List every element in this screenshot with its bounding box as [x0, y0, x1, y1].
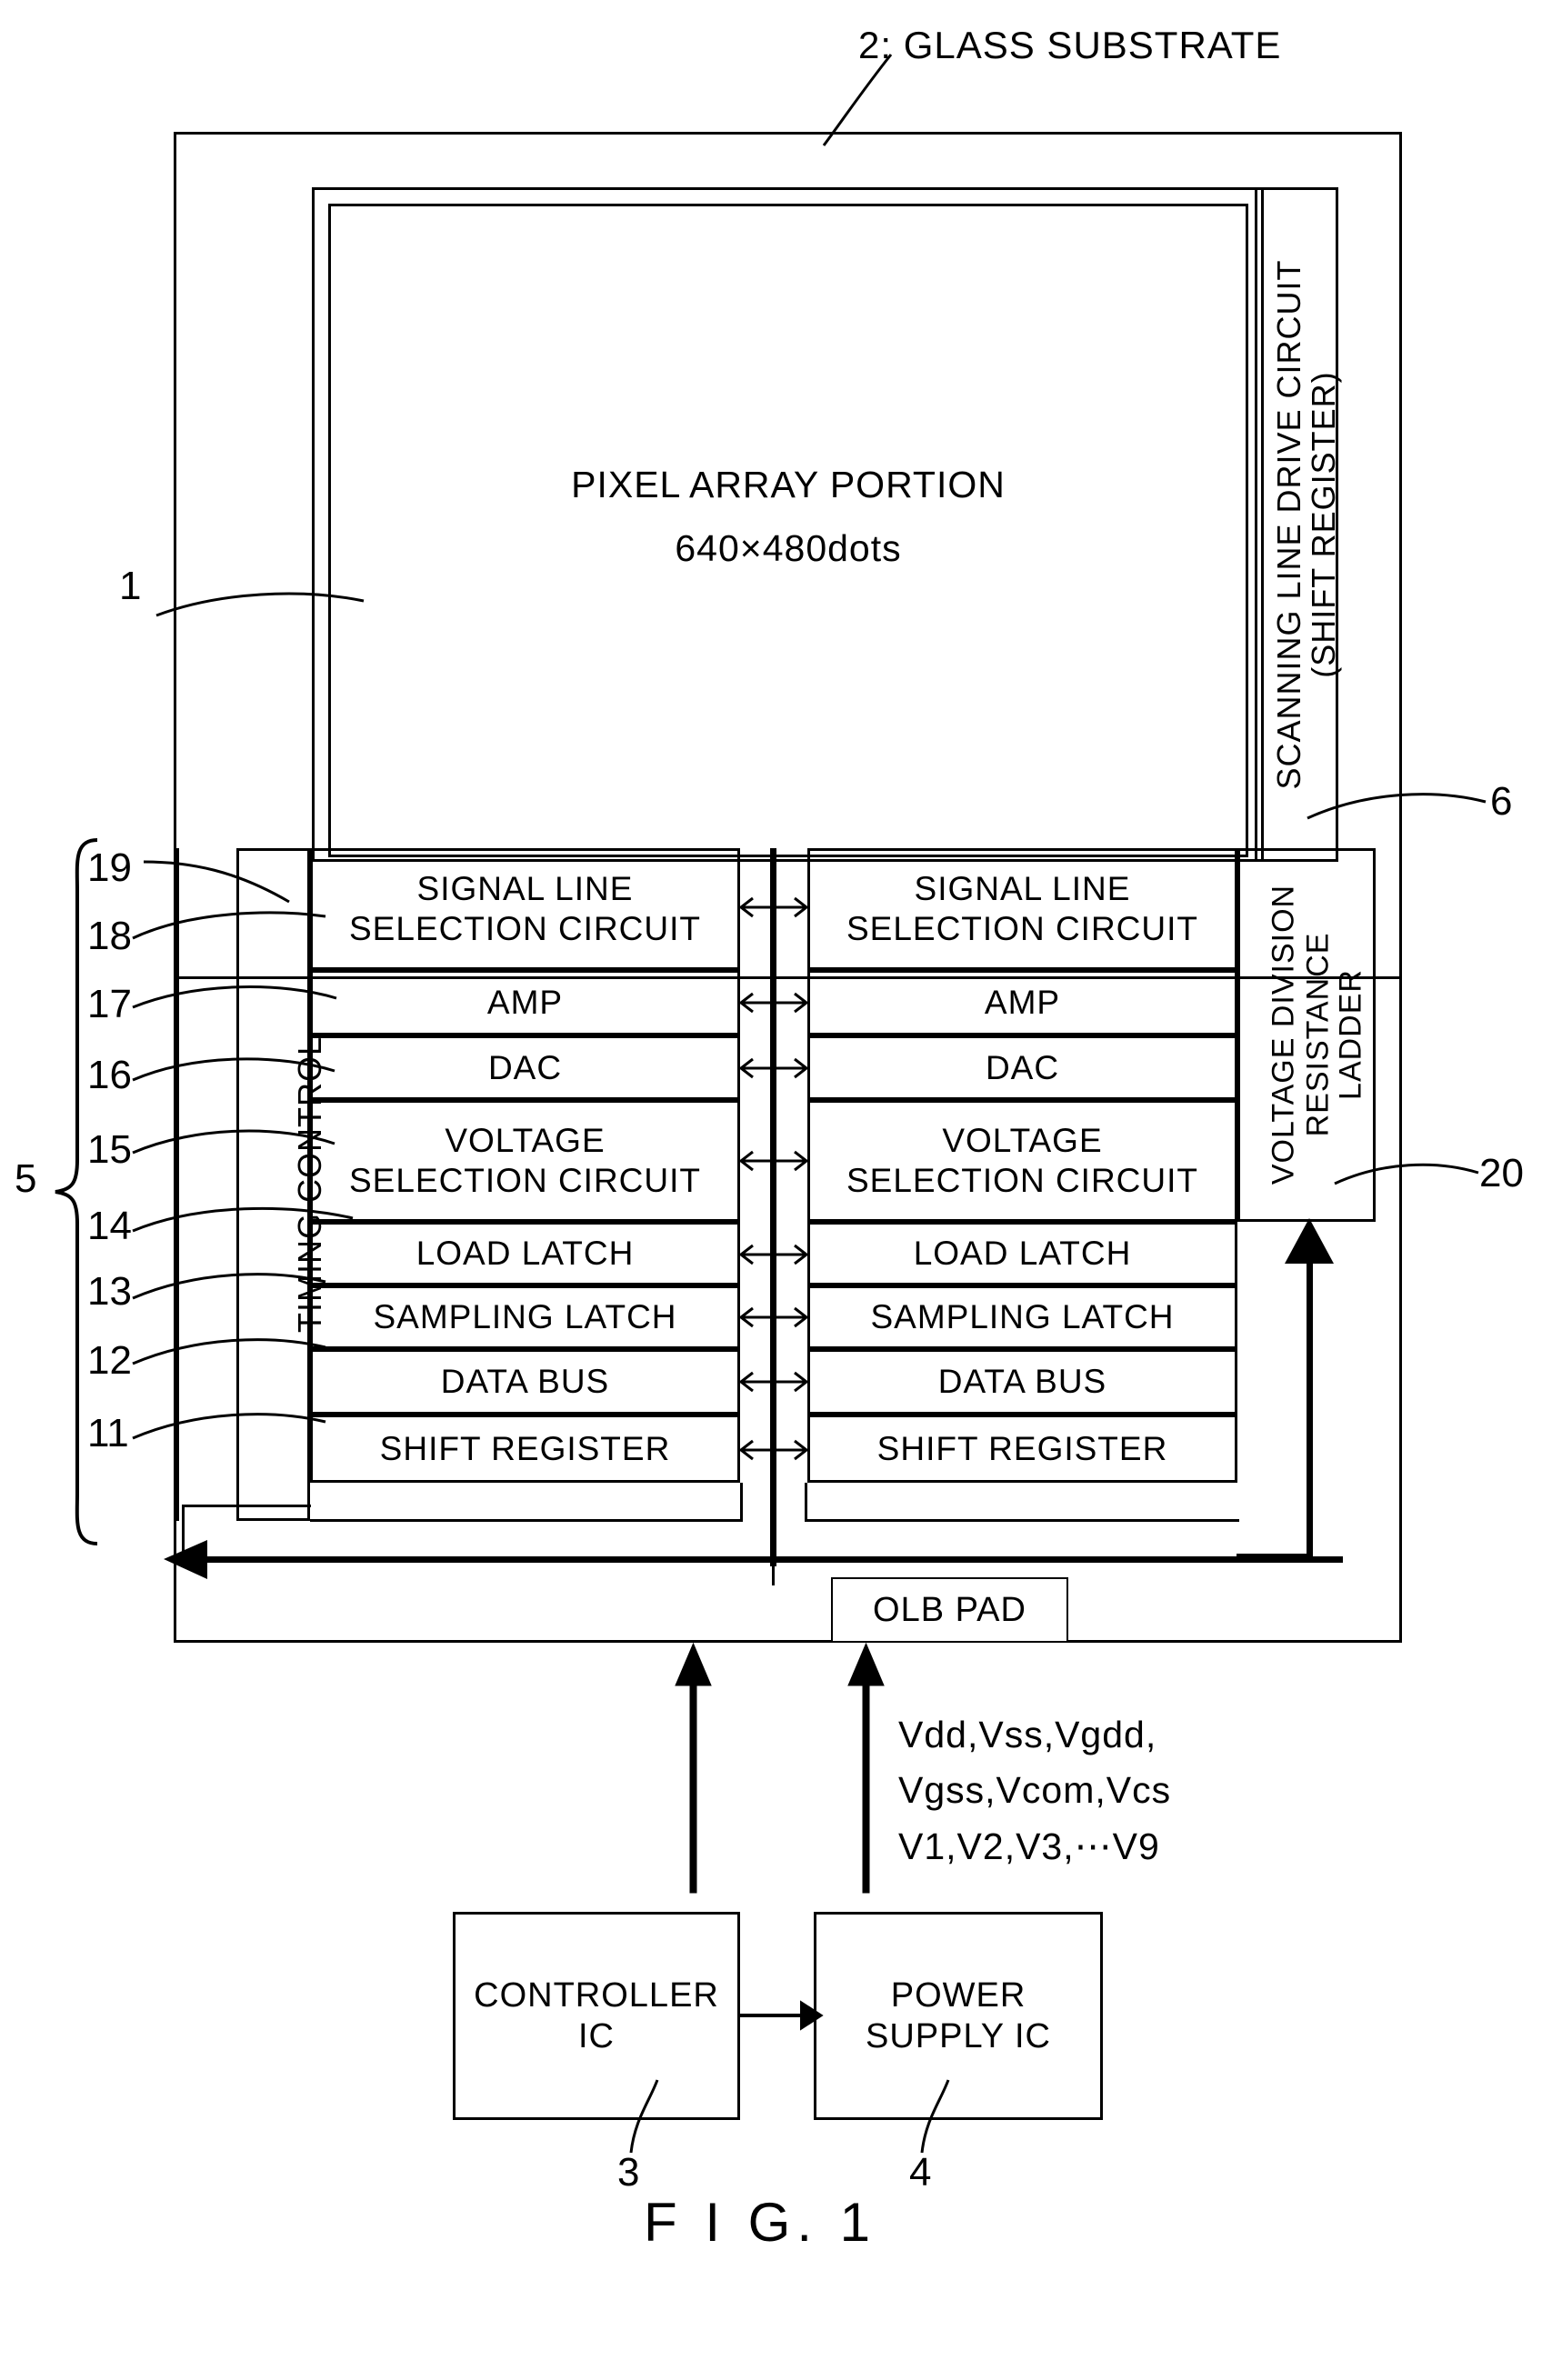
- right-column-bottom-rail-riser: [805, 1483, 807, 1522]
- ref-20: 20: [1479, 1151, 1524, 1195]
- ladder-feedback-riser: [1307, 1253, 1313, 1560]
- glass-substrate-label: 2: GLASS SUBSTRATE: [858, 24, 1282, 66]
- row-right-signal-line-selection-circuit-label: SIGNAL LINE SELECTION CIRCUIT: [807, 848, 1237, 970]
- ref-5: 5: [15, 1156, 37, 1201]
- ref-14: 14: [87, 1204, 132, 1248]
- power-signal-line-3: V1,V2,V3,⋯V9: [898, 1825, 1160, 1867]
- row-right-load-latch-label: LOAD LATCH: [913, 1235, 1132, 1273]
- feedback-riser-left-top: [182, 1505, 311, 1507]
- ref-19: 19: [87, 845, 132, 890]
- figure-caption: F I G. 1: [644, 2192, 877, 2253]
- ref-16: 16: [87, 1053, 132, 1097]
- ladder-feedback-arrow-head: [1285, 1218, 1334, 1264]
- ref-6: 6: [1490, 779, 1513, 824]
- power-signal-line-2: Vgss,Vcom,Vcs: [898, 1769, 1172, 1811]
- ladder-feedback-corner: [1237, 1554, 1313, 1560]
- power-supply-ic-label-line: POWER: [890, 1975, 1026, 2015]
- substrate-bottom-edge-right: [1066, 1640, 1402, 1643]
- controller-ic-label: CONTROLLER IC: [453, 1912, 740, 2120]
- ref-20-leader: [1334, 1163, 1479, 1185]
- olb-pad-label: OLB PAD: [873, 1590, 1026, 1629]
- ref-4-leader: [920, 2079, 950, 2154]
- controller-ic-label-line: IC: [578, 2016, 615, 2055]
- row-label-line: SELECTION CIRCUIT: [846, 1162, 1199, 1199]
- substrate-bottom-edge-left: [174, 1640, 833, 1643]
- ladder-label-2: RESISTANCE: [1300, 932, 1336, 1137]
- ref-1: 1: [119, 564, 142, 608]
- row-label-line: VOLTAGE: [942, 1122, 1103, 1160]
- ref-1-leader: [155, 592, 365, 617]
- substrate-right-edge-lower: [1399, 976, 1402, 1643]
- power-supply-ic-label-line: SUPPLY IC: [865, 2016, 1051, 2055]
- ref-3-leader: [629, 2079, 659, 2154]
- row-label-line: SIGNAL LINE: [914, 870, 1131, 908]
- left-column-bottom-rail-riser: [740, 1483, 743, 1522]
- ladder-label-1: VOLTAGE DIVISION: [1266, 884, 1301, 1185]
- row-right-amp-label: AMP: [984, 984, 1061, 1022]
- olb-pad-input-arrows: [675, 1642, 885, 1894]
- figure-canvas: 2: GLASS SUBSTRATE PIXEL ARRAY PORTION 6…: [0, 0, 1552, 2380]
- ref-15: 15: [87, 1127, 132, 1172]
- ref-17: 17: [87, 982, 132, 1026]
- feedback-bus: [182, 1556, 1343, 1563]
- ref-12: 12: [87, 1338, 132, 1383]
- pixel-array-title: PIXEL ARRAY PORTION: [571, 463, 1006, 505]
- ref-11: 11: [87, 1411, 129, 1455]
- power-signal-line-1: Vdd,Vss,Vgdd,: [898, 1714, 1157, 1755]
- ref-leader-lines: [132, 860, 354, 1440]
- pixel-array-spec: 640×480dots: [675, 526, 902, 569]
- row-right-sampling-latch-label: SAMPLING LATCH: [870, 1298, 1175, 1336]
- row-right-shift-register-label: SHIFT REGISTER: [876, 1429, 1168, 1467]
- central-bus-arrows: [738, 896, 809, 1461]
- row-right-voltage-selection-circuit-label: VOLTAGE SELECTION CIRCUIT: [807, 1100, 1237, 1222]
- right-column-bottom-rail: [805, 1519, 1239, 1522]
- row-label-line: SELECTION CIRCUIT: [846, 910, 1199, 947]
- ref-13: 13: [87, 1269, 132, 1314]
- ref-6-leader: [1307, 793, 1487, 820]
- controller-to-power-arrow: [738, 2000, 824, 2031]
- ref-18: 18: [87, 914, 132, 958]
- feedback-riser-left: [182, 1505, 185, 1559]
- row-right-data-bus-label: DATA BUS: [937, 1363, 1107, 1401]
- controller-ic-label-line: CONTROLLER: [474, 1975, 719, 2015]
- scanning-line-drive-circuit-label-1: SCANNING LINE DRIVE CIRCUIT: [1269, 259, 1307, 790]
- row-right-dac-label: DAC: [985, 1048, 1060, 1086]
- left-column-bottom-rail: [310, 1519, 743, 1522]
- substrate-left-edge-lower: [174, 976, 176, 1643]
- olb-pad-connector: [772, 1564, 775, 1585]
- scanning-line-drive-circuit-label-2: (SHIFT REGISTER): [1304, 371, 1342, 678]
